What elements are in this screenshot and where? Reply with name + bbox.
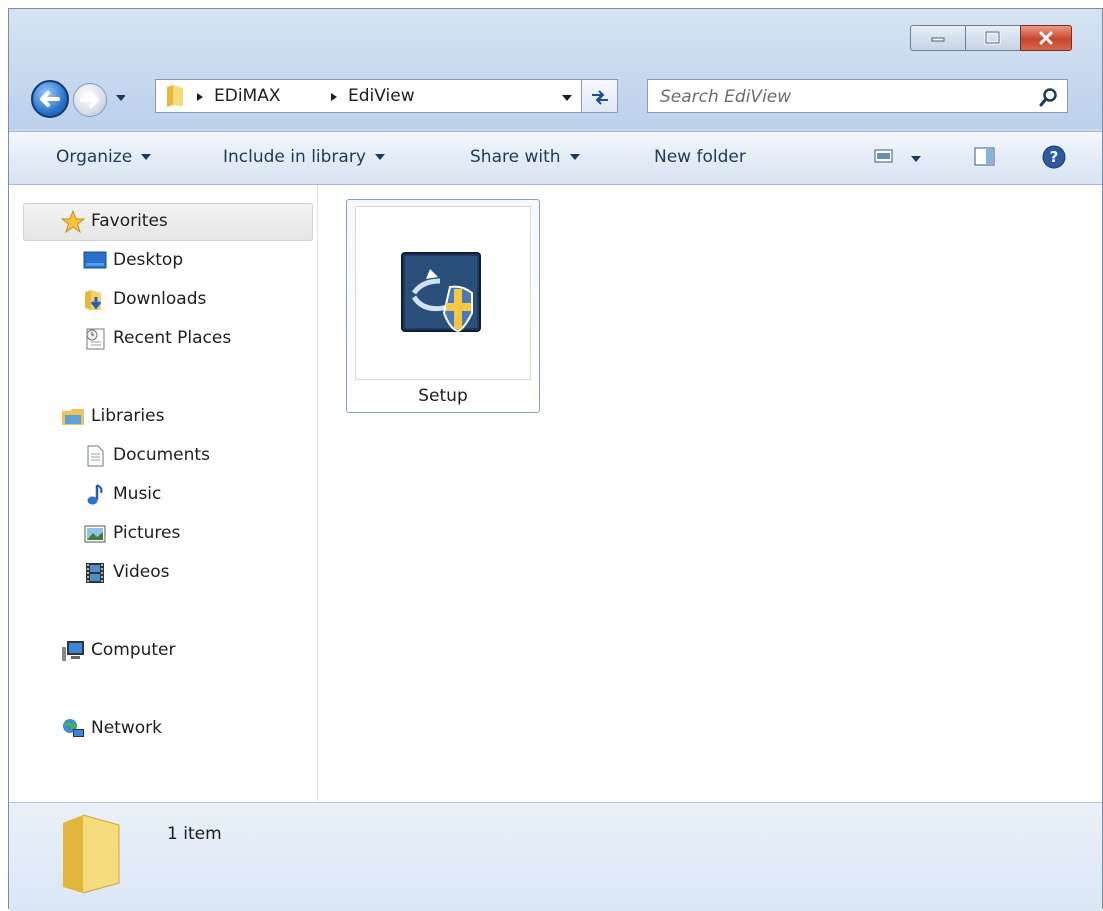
nav-music-label: Music — [113, 484, 162, 504]
nav-pictures-label: Pictures — [113, 523, 181, 543]
nav-libraries-label: Libraries — [91, 406, 165, 426]
folder-icon — [63, 814, 120, 894]
back-button[interactable] — [31, 80, 69, 118]
breadcrumb-edimax[interactable]: EDiMAX — [214, 86, 281, 106]
view-icon — [874, 149, 893, 163]
nav-network-label: Network — [91, 718, 162, 738]
file-list: Setup — [318, 185, 1102, 802]
minimize-icon — [931, 37, 945, 42]
share-with-menu[interactable]: Share with — [470, 147, 580, 167]
search-icon[interactable] — [1039, 87, 1059, 107]
pictures-icon — [84, 525, 106, 543]
file-name: Setup — [418, 386, 468, 406]
item-count: 1 item — [167, 824, 222, 844]
videos-icon — [86, 563, 104, 583]
organize-label: Organize — [56, 147, 133, 167]
refresh-button[interactable] — [582, 79, 618, 113]
nav-recent-places-label: Recent Places — [113, 328, 232, 348]
back-arrow-icon — [40, 91, 60, 107]
details-pane: 1 item — [9, 802, 1102, 911]
address-bar[interactable]: EDiMAX EdiView — [155, 79, 582, 113]
chevron-down-icon — [569, 154, 580, 160]
explorer-window: EDiMAX EdiView Organize Include in libra… — [8, 8, 1103, 911]
minimize-button[interactable] — [910, 25, 966, 51]
breadcrumb-separator-icon — [331, 93, 337, 101]
file-thumbnail — [355, 206, 531, 380]
search-input[interactable] — [658, 84, 1032, 110]
forward-button[interactable] — [73, 83, 107, 117]
breadcrumb-separator-icon — [197, 93, 203, 101]
folder-icon — [167, 85, 183, 107]
network-icon — [63, 719, 84, 737]
forward-arrow-icon — [80, 92, 99, 108]
setup-installer-icon — [401, 252, 481, 333]
desktop-icon — [83, 251, 107, 269]
svg-text:?: ? — [1050, 148, 1059, 166]
include-in-library-menu[interactable]: Include in library — [223, 147, 385, 167]
documents-icon — [87, 445, 104, 467]
new-folder-button[interactable]: New folder — [654, 147, 746, 167]
main-area: Favorites Desktop Downloads Recent Place… — [9, 185, 1102, 802]
recent-pages-dropdown-icon[interactable] — [115, 93, 125, 103]
chevron-down-icon — [911, 156, 922, 162]
star-icon — [61, 210, 85, 234]
maximize-icon — [984, 31, 1001, 45]
chevron-down-icon — [141, 154, 152, 160]
nav-desktop-label: Desktop — [113, 250, 184, 270]
music-icon — [87, 484, 103, 505]
nav-documents-label: Documents — [113, 445, 210, 465]
breadcrumb-ediview[interactable]: EdiView — [348, 86, 415, 106]
maximize-button[interactable] — [965, 25, 1021, 51]
nav-videos-label: Videos — [113, 562, 170, 582]
help-button[interactable]: ? — [1042, 145, 1066, 174]
address-dropdown-icon[interactable] — [561, 93, 573, 103]
recent-places-icon — [86, 328, 105, 350]
include-in-library-label: Include in library — [223, 147, 366, 167]
close-button[interactable] — [1020, 25, 1072, 51]
organize-menu[interactable]: Organize — [56, 147, 152, 167]
title-bar: EDiMAX EdiView — [9, 9, 1102, 129]
preview-pane-icon — [974, 147, 995, 166]
change-view-button[interactable] — [874, 148, 922, 169]
close-icon — [1039, 31, 1053, 45]
preview-pane-button[interactable] — [974, 147, 996, 172]
navigation-pane: Favorites Desktop Downloads Recent Place… — [9, 185, 318, 802]
help-icon: ? — [1042, 145, 1066, 169]
command-bar: Organize Include in library Share with N… — [9, 131, 1102, 185]
nav-computer-label: Computer — [91, 640, 176, 660]
libraries-icon — [62, 409, 84, 425]
share-with-label: Share with — [470, 147, 561, 167]
search-box[interactable] — [647, 79, 1068, 113]
chevron-down-icon — [374, 154, 385, 160]
nav-downloads-label: Downloads — [113, 289, 207, 309]
nav-favorites-label: Favorites — [91, 211, 168, 231]
refresh-icon — [592, 90, 608, 105]
downloads-icon — [85, 290, 102, 310]
computer-icon — [62, 641, 84, 661]
file-item-setup[interactable]: Setup — [346, 199, 540, 413]
